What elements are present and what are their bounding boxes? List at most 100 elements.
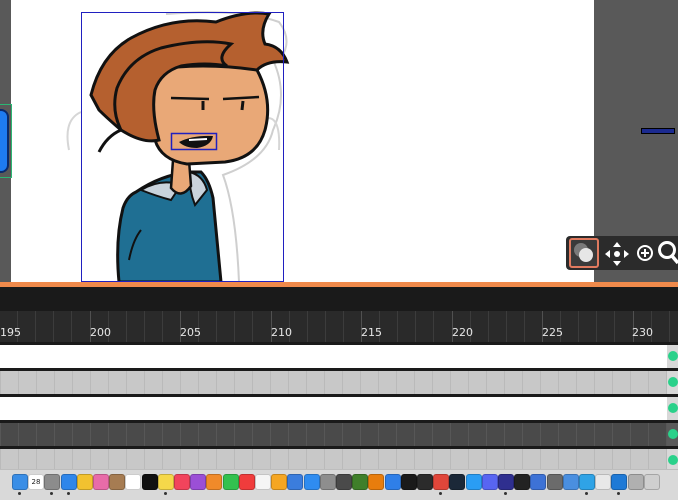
frame-tick [325,311,326,342]
zoom-tool-button[interactable] [657,240,678,266]
frame-tick [506,311,507,342]
running-indicator [18,492,21,495]
notes-icon[interactable] [109,474,125,490]
canvas-viewport[interactable] [0,0,678,282]
offscreen-marker[interactable] [641,128,675,134]
discord-icon[interactable] [482,474,498,490]
facetime-icon[interactable] [223,474,239,490]
frame-tick [614,311,615,342]
drawing-canvas[interactable] [11,0,594,282]
frame-label: 225 [542,326,563,339]
podcasts-icon[interactable] [190,474,206,490]
timeline-track[interactable] [0,371,678,394]
mail-icon[interactable] [61,474,77,490]
keyframe-marker[interactable] [668,403,678,413]
keyframe-marker[interactable] [668,377,678,387]
search-icon [658,241,678,265]
timeline-track[interactable] [0,345,678,368]
onion-skin-icon [574,243,593,262]
keyframe-marker[interactable] [668,455,678,465]
zoom-in-icon [637,245,653,261]
system-settings-icon[interactable] [320,474,336,490]
frame-tick [415,311,416,342]
launchpad-icon[interactable] [44,474,60,490]
pages-icon[interactable] [271,474,287,490]
c-app-icon[interactable] [530,474,546,490]
frame-tick [488,311,489,342]
macos-dock: 28 [0,469,678,500]
minecraft-icon[interactable] [352,474,368,490]
reminders-icon[interactable] [125,474,141,490]
calendar-icon[interactable]: 28 [28,474,44,490]
move-arrows-icon [605,242,629,266]
tv-icon[interactable] [417,474,433,490]
move-tool-button[interactable] [604,241,630,267]
chrome2-icon[interactable] [433,474,449,490]
running-indicator [50,492,53,495]
zoom-in-button[interactable] [636,244,654,262]
stickies-icon[interactable] [158,474,174,490]
frame-tick [669,311,670,342]
safari-icon[interactable] [466,474,482,490]
photos-icon[interactable] [93,474,109,490]
trash-icon[interactable] [644,474,660,490]
vscode-icon[interactable] [611,474,627,490]
books-icon[interactable] [206,474,222,490]
frame-tick [343,311,344,342]
music-icon[interactable] [174,474,190,490]
frame-tick [578,311,579,342]
figma-icon[interactable] [514,474,530,490]
frame-tick [596,311,597,342]
downloads-icon[interactable] [628,474,644,490]
activity-icon[interactable] [336,474,352,490]
frame-tick [53,311,54,342]
finder-icon[interactable] [12,474,28,490]
frame-tick [35,311,36,342]
appstore-icon[interactable] [304,474,320,490]
canvas-tool-widget [566,236,678,270]
running-indicator [439,492,442,495]
running-indicator [67,492,70,495]
frame-tick [234,311,235,342]
timeline-track[interactable] [0,423,678,446]
terminal-icon[interactable] [401,474,417,490]
frame-label: 230 [632,326,653,339]
preview-icon[interactable] [563,474,579,490]
keynote-icon[interactable] [287,474,303,490]
timeline-track[interactable] [0,397,678,420]
blender-icon[interactable] [368,474,384,490]
keyframe-marker[interactable] [668,429,678,439]
onion-skin-button[interactable] [569,238,599,268]
appletv-icon[interactable] [142,474,158,490]
keyframe-marker[interactable] [668,351,678,361]
chrome-icon[interactable] [77,474,93,490]
bluetooth-icon[interactable] [385,474,401,490]
frame-label: 210 [271,326,292,339]
frame-tick [144,311,145,342]
running-indicator [164,492,167,495]
frame-label: 205 [180,326,201,339]
frame-label: 215 [361,326,382,339]
running-indicator [585,492,588,495]
offscreen-object[interactable] [0,104,12,178]
frame-tick [397,311,398,342]
gear-app-icon[interactable] [547,474,563,490]
steam-icon[interactable] [449,474,465,490]
frame-tick [216,311,217,342]
m-app-icon[interactable] [498,474,514,490]
frame-ruler[interactable]: 195 200 205 210 215 220 225 230 [0,311,678,342]
script-icon[interactable] [255,474,271,490]
frame-tick [433,311,434,342]
news-icon[interactable] [239,474,255,490]
frame-tick [162,311,163,342]
frame-label: 200 [90,326,111,339]
frame-tick [252,311,253,342]
w-app-icon[interactable] [595,474,611,490]
timeline-track[interactable] [0,449,678,469]
frame-label: 195 [0,326,21,339]
running-indicator [504,492,507,495]
frame-tick [126,311,127,342]
s-app-icon[interactable] [579,474,595,490]
frame-label: 220 [452,326,473,339]
character-drawing [66,11,290,282]
